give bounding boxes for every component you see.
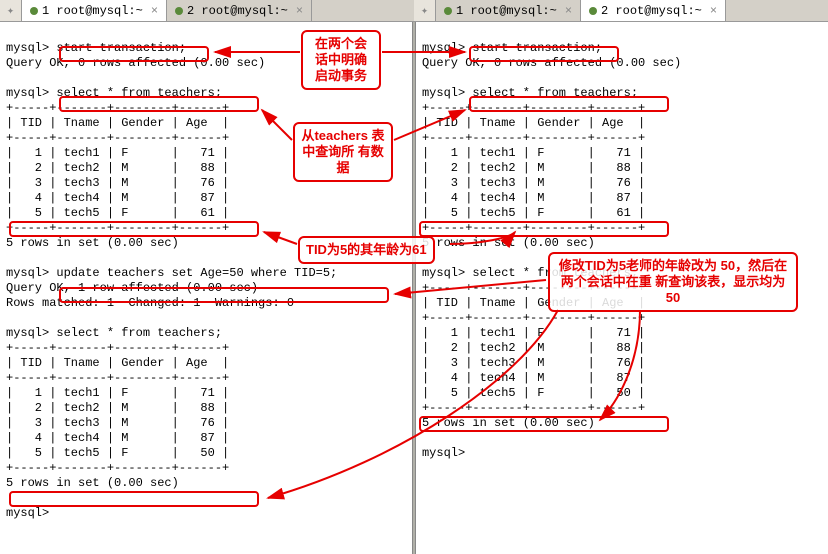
status-dot-icon bbox=[175, 7, 183, 15]
status-dot-icon bbox=[444, 7, 452, 15]
tab-right-2[interactable]: 2 root@mysql:~ × bbox=[581, 0, 726, 21]
tab-left-1[interactable]: 1 root@mysql:~ × bbox=[22, 0, 167, 21]
close-icon[interactable]: × bbox=[151, 4, 158, 18]
status-dot-icon bbox=[30, 7, 38, 15]
annotation-age61: TID为5的其年龄为61 bbox=[298, 236, 435, 264]
tab-right-1[interactable]: 1 root@mysql:~ × bbox=[436, 0, 581, 21]
close-icon[interactable]: × bbox=[565, 4, 572, 18]
annotation-start-tx: 在两个会 话中明确 启动事务 bbox=[301, 30, 381, 90]
status-dot-icon bbox=[589, 7, 597, 15]
tab-label: 1 root@mysql:~ bbox=[42, 4, 143, 18]
annotation-update: 修改TID为5老师的年龄改为 50，然后在两个会话中在重 新查询该表，显示均为5… bbox=[548, 252, 798, 312]
annotation-select: 从teachers 表中查询所 有数据 bbox=[293, 122, 393, 182]
close-icon[interactable]: × bbox=[296, 4, 303, 18]
new-tab-button-right[interactable]: ✦ bbox=[414, 0, 436, 21]
terminal-pane-left[interactable]: mysql> start transaction; Query OK, 0 ro… bbox=[0, 22, 412, 554]
tab-left-2[interactable]: 2 root@mysql:~ × bbox=[167, 0, 312, 21]
tab-label: 2 root@mysql:~ bbox=[601, 4, 702, 18]
close-icon[interactable]: × bbox=[710, 4, 717, 18]
tab-label: 1 root@mysql:~ bbox=[456, 4, 557, 18]
tab-label: 2 root@mysql:~ bbox=[187, 4, 288, 18]
new-tab-button-left[interactable]: ✦ bbox=[0, 0, 22, 21]
